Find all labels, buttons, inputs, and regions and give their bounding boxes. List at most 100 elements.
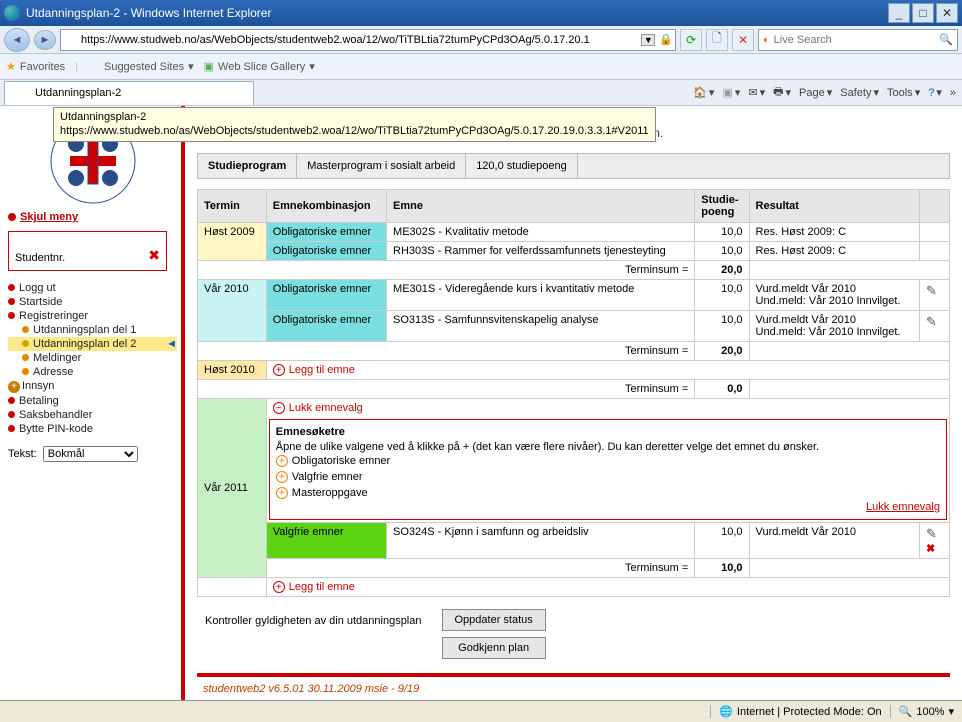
sum-label: Terminsum = — [198, 342, 695, 361]
nav-registreringer[interactable]: Registreringer — [8, 309, 177, 323]
back-button[interactable]: ◄ — [4, 28, 30, 52]
print-button[interactable]: 🖶▾ — [773, 83, 791, 102]
cell-res: Res. Høst 2009: C — [749, 223, 919, 242]
cell-komb: Obligatoriske emner — [266, 223, 386, 242]
ie-icon — [88, 61, 100, 73]
search-input[interactable] — [774, 34, 936, 46]
search-provider-icon: ◐ — [763, 34, 770, 46]
sum-label: Terminsum = — [266, 559, 695, 578]
bullet-icon — [8, 284, 15, 291]
tab-utdanningsplan[interactable]: Utdanningsplan-2 — [4, 81, 254, 105]
window-titlebar: Utdanningsplan-2 - Windows Internet Expl… — [0, 0, 962, 26]
studentnr-label: Studentnr. — [15, 252, 65, 264]
sum-val: 0,0 — [695, 380, 749, 399]
home-button[interactable]: 🏠▾ — [693, 86, 714, 99]
nav-betaling[interactable]: Betaling — [8, 394, 177, 408]
tekst-label: Tekst: — [8, 448, 37, 460]
suggested-sites[interactable]: Suggested Sites ▾ — [88, 60, 194, 73]
address-bar[interactable]: ▼ 🔒 — [60, 29, 676, 51]
minimize-button[interactable]: _ — [888, 3, 910, 23]
nav-menu: Logg ut Startside Registreringer Utdanni… — [8, 281, 177, 436]
th-termin: Termin — [198, 190, 267, 223]
sidebar: HØGSKOLEN I BODØ Skjul meny Studentnr. ✖… — [0, 106, 185, 700]
cell-sp: 10,0 — [695, 523, 749, 559]
mail-button[interactable]: ✉▾ — [748, 86, 765, 99]
language-select[interactable]: Bokmål — [43, 446, 138, 462]
clear-icon[interactable]: ✖ — [148, 247, 160, 264]
tree-option[interactable]: +Obligatoriske emner — [276, 453, 940, 469]
cell-komb: Obligatoriske emner — [266, 311, 386, 342]
plus-icon: + — [273, 364, 285, 376]
feeds-button[interactable]: ▣▾ — [722, 86, 740, 99]
favorites-button[interactable]: ★Favorites — [6, 60, 65, 73]
nav-utdanningsplan2[interactable]: Utdanningsplan del 2◄ — [8, 337, 177, 351]
sum-label: Terminsum = — [198, 261, 695, 280]
tab-bar: Utdanningsplan-2 🏠▾ ▣▾ ✉▾ 🖶▾ Page ▾ Safe… — [0, 80, 962, 106]
url-input[interactable] — [81, 34, 637, 46]
refresh-button[interactable]: ⟳ — [680, 29, 702, 51]
cell-emne: RH303S - Rammer for velferdssamfunnets t… — [387, 242, 695, 261]
bullet-icon — [8, 425, 15, 432]
edit-icon[interactable]: ✎ — [926, 283, 937, 298]
url-dropdown[interactable]: ▼ — [641, 34, 655, 46]
cell-sp: 10,0 — [695, 311, 749, 342]
bullet-icon — [8, 213, 16, 221]
delete-icon[interactable]: ✖ — [926, 543, 935, 555]
safety-menu[interactable]: Safety ▾ — [840, 86, 879, 99]
favorites-bar: ★Favorites | Suggested Sites ▾ ▣ Web Sli… — [0, 54, 962, 80]
nav-byttepn[interactable]: Bytte PIN-kode — [8, 422, 177, 436]
forward-button[interactable]: ► — [34, 30, 56, 50]
nav-loggut[interactable]: Logg ut — [8, 281, 177, 295]
box-title: Emnesøketre — [276, 426, 940, 438]
lock-icon: 🔒 — [659, 33, 673, 46]
maximize-button[interactable]: □ — [912, 3, 934, 23]
globe-icon: 🌐 — [719, 705, 733, 718]
th-emnekomb: Emnekombinasjon — [266, 190, 386, 223]
nav-meldinger[interactable]: Meldinger — [8, 351, 177, 365]
home-icon: 🏠 — [693, 86, 707, 99]
zoom-control[interactable]: 🔍100% ▾ — [890, 705, 962, 718]
compat-button[interactable]: 🗋 — [706, 29, 728, 51]
url-tooltip: Utdanningsplan-2 https://www.studweb.no/… — [53, 107, 656, 142]
expand-icon[interactable]: » — [950, 87, 956, 99]
box-desc: Åpne de ulike valgene ved å klikke på + … — [276, 441, 940, 453]
tree-option[interactable]: +Valgfrie emner — [276, 469, 940, 485]
bullet-icon — [8, 411, 15, 418]
nav-utdanningsplan1[interactable]: Utdanningsplan del 1 — [8, 323, 177, 337]
help-icon: ? — [928, 87, 934, 99]
search-box[interactable]: ◐ 🔍 — [758, 29, 958, 51]
cell-sp: 10,0 — [695, 242, 749, 261]
nav-innsyn[interactable]: +Innsyn — [8, 379, 177, 394]
nav-saksbehandler[interactable]: Saksbehandler — [8, 408, 177, 422]
legg-til-emne[interactable]: +Legg til emne — [273, 364, 943, 376]
nav-adresse[interactable]: Adresse — [8, 365, 177, 379]
search-go-icon[interactable]: 🔍 — [939, 33, 953, 46]
close-button[interactable]: ✕ — [936, 3, 958, 23]
edit-icon[interactable]: ✎ — [926, 314, 937, 329]
cell-res: Vurd.meldt Vår 2010Und.meld: Vår 2010 In… — [749, 280, 919, 311]
help-button[interactable]: ?▾ — [928, 86, 942, 99]
page-menu[interactable]: Page ▾ — [799, 86, 832, 99]
skjul-meny-link[interactable]: Skjul meny — [8, 211, 177, 223]
plan-table: Termin Emnekombinasjon Emne Studie- poen… — [197, 189, 950, 597]
term-v2010: Vår 2010 — [198, 280, 267, 342]
studieprogram-row: Studieprogram Masterprogram i sosialt ar… — [197, 153, 950, 179]
web-slice[interactable]: ▣ Web Slice Gallery ▾ — [204, 60, 315, 73]
nav-startside[interactable]: Startside — [8, 295, 177, 309]
tools-menu[interactable]: Tools ▾ — [887, 86, 920, 99]
lukk-emnevalg-top[interactable]: −Lukk emnevalg — [273, 402, 943, 414]
lukk-emnevalg-link[interactable]: Lukk emnevalg — [866, 501, 940, 513]
emnesoketre-box: Emnesøketre Åpne de ulike valgene ved å … — [269, 419, 947, 520]
stop-button[interactable]: ✕ — [732, 29, 754, 51]
edit-icon[interactable]: ✎ — [926, 526, 937, 541]
rss-icon: ▣ — [722, 86, 732, 99]
controls-row: Kontroller gyldigheten av din utdannings… — [197, 609, 950, 659]
oppdater-status-button[interactable]: Oppdater status — [442, 609, 546, 631]
cell-sp: 10,0 — [695, 280, 749, 311]
godkjenn-plan-button[interactable]: Godkjenn plan — [442, 637, 546, 659]
bullet-icon — [8, 312, 15, 319]
cell-emne: SO313S - Samfunnsvitenskapelig analyse — [387, 311, 695, 342]
plus-icon: + — [276, 471, 288, 483]
legg-til-emne[interactable]: +Legg til emne — [273, 581, 943, 593]
tree-option[interactable]: +Masteroppgave — [276, 485, 940, 501]
